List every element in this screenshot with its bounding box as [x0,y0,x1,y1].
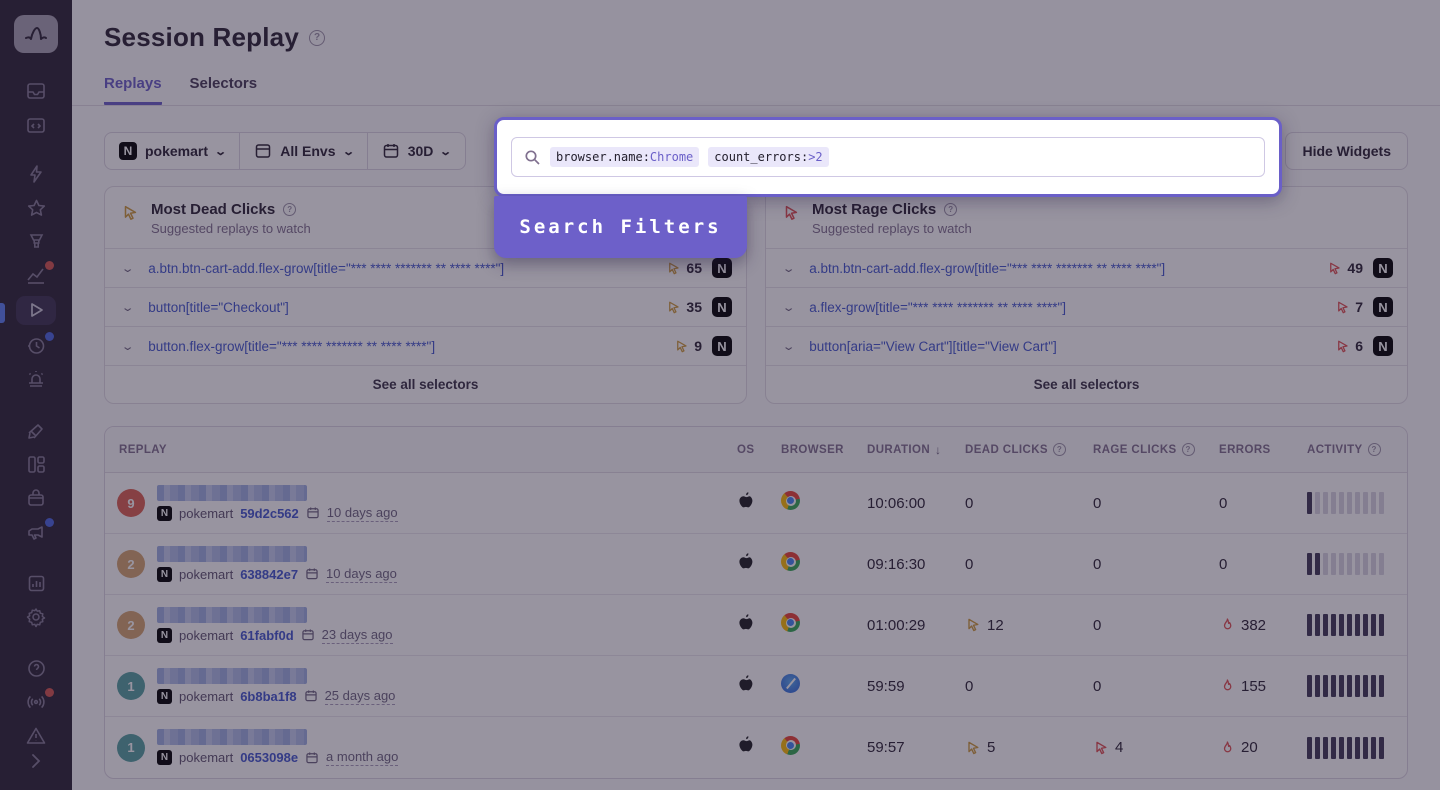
filter-token-count-errors[interactable]: count_errors:>2 [708,147,828,167]
search-input[interactable]: browser.name:Chrome count_errors:>2 [511,137,1265,177]
search-icon [524,149,541,166]
search-spotlight: browser.name:Chrome count_errors:>2 [494,117,1282,197]
search-filters-tooltip: Search Filters [494,196,747,258]
filter-token-browser-name[interactable]: browser.name:Chrome [550,147,699,167]
